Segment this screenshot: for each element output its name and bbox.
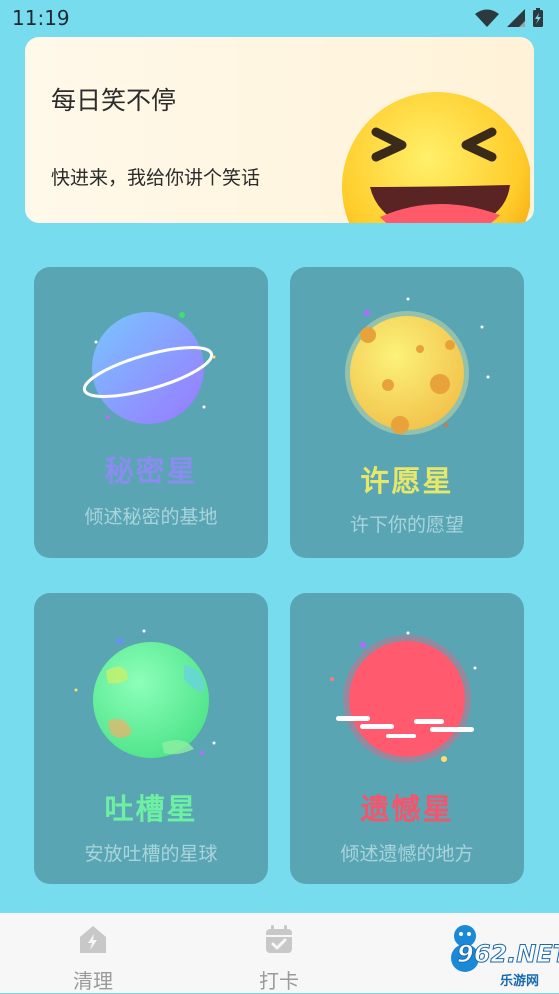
card-secret-planet[interactable]: 秘密星 倾述秘密的基地 xyxy=(34,267,268,558)
card-title: 许愿星 xyxy=(360,464,454,498)
card-title: 遗憾星 xyxy=(360,792,454,826)
card-description: 许下你的愿望 xyxy=(349,514,464,536)
purple-ringed-planet-icon xyxy=(82,312,216,424)
card-description: 倾述遗憾的地方 xyxy=(340,843,474,865)
nav-label: 清理 xyxy=(73,969,113,993)
status-icons xyxy=(475,8,543,27)
battery-charging-icon xyxy=(533,8,543,27)
card-title: 秘密星 xyxy=(104,454,198,488)
nav-label: 打卡 xyxy=(259,969,299,993)
banner-subtitle: 快进来，我给你讲个笑话 xyxy=(51,167,261,189)
watermark-logo: 962.NET 乐游网 xyxy=(405,922,559,989)
signal-icon xyxy=(507,9,525,27)
banner-title: 每日笑不停 xyxy=(51,86,177,115)
status-time: 11:19 xyxy=(12,6,70,30)
card-wish-planet[interactable]: 许愿星 许下你的愿望 xyxy=(290,267,524,558)
nav-item-checkin[interactable]: 打卡 xyxy=(219,913,339,993)
nav-item-clean[interactable]: 清理 xyxy=(33,913,153,993)
card-regret-planet[interactable]: 遗憾星 倾述遗憾的地方 xyxy=(290,593,524,884)
daily-joke-banner[interactable]: 每日笑不停 快进来，我给你讲个笑话 xyxy=(25,37,534,223)
yellow-cratered-planet-icon xyxy=(345,297,490,435)
card-complaint-planet[interactable]: 吐槽星 安放吐槽的星球 xyxy=(34,593,268,884)
home-bolt-icon xyxy=(80,926,106,953)
card-title: 吐槽星 xyxy=(104,792,198,826)
wifi-icon xyxy=(475,9,499,27)
laughing-emoji-icon xyxy=(342,92,530,223)
green-planet-icon xyxy=(74,629,216,758)
card-description: 倾述秘密的基地 xyxy=(84,506,218,528)
watermark-sub: 乐游网 xyxy=(500,974,540,989)
watermark-brand: 962.NET xyxy=(456,940,559,969)
card-description: 安放吐槽的星球 xyxy=(84,843,218,865)
status-bar: 11:19 xyxy=(0,0,559,34)
red-cloud-planet-icon xyxy=(330,631,477,763)
calendar-check-icon xyxy=(266,925,292,953)
